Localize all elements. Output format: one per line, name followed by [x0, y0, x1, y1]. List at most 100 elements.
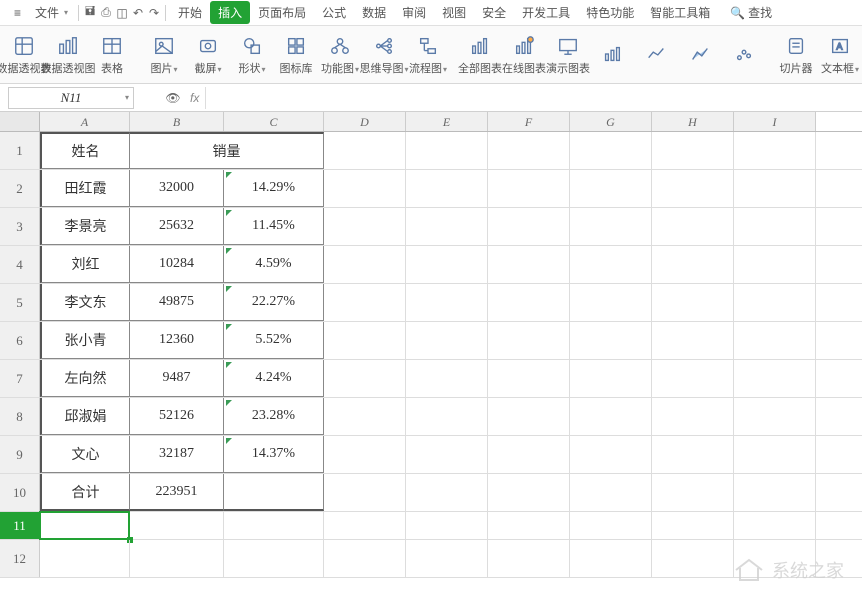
ribbon-数据透视图[interactable]: 数据透视图 [50, 34, 86, 76]
row-10[interactable]: 10 [0, 474, 40, 511]
tab-视图[interactable]: 视图 [434, 1, 474, 24]
save-icon[interactable]: 🖬 [83, 6, 97, 20]
ribbon-表格[interactable]: 表格 [94, 34, 130, 76]
lookup-icon[interactable]: 👁 [166, 91, 180, 105]
cell[interactable] [652, 170, 734, 207]
row-11[interactable]: 11 [0, 512, 40, 539]
cell[interactable] [488, 436, 570, 473]
cell[interactable] [324, 208, 406, 245]
tab-页面布局[interactable]: 页面布局 [250, 1, 314, 24]
tab-开始[interactable]: 开始 [170, 1, 210, 24]
cell[interactable] [488, 208, 570, 245]
cell-merged[interactable]: 销量 [130, 132, 324, 169]
ribbon-图片[interactable]: 图片▾ [146, 34, 182, 76]
ribbon-spark1[interactable] [594, 42, 630, 68]
cell[interactable]: 9487 [130, 360, 224, 397]
cell[interactable] [734, 246, 816, 283]
cell[interactable]: 22.27% [224, 284, 324, 321]
cell[interactable] [734, 512, 816, 539]
cell[interactable]: 田红霞 [40, 170, 130, 207]
cell[interactable] [570, 360, 652, 397]
cell[interactable]: 5.52% [224, 322, 324, 359]
cell[interactable] [488, 246, 570, 283]
cell[interactable] [734, 170, 816, 207]
redo-icon[interactable]: ↷ [147, 6, 161, 20]
cell[interactable] [570, 398, 652, 435]
row-9[interactable]: 9 [0, 436, 40, 473]
col-D[interactable]: D [324, 112, 406, 131]
ribbon-形状[interactable]: 形状▾ [234, 34, 270, 76]
cell[interactable] [488, 170, 570, 207]
cell[interactable] [652, 284, 734, 321]
cell[interactable] [652, 360, 734, 397]
cell[interactable]: 4.24% [224, 360, 324, 397]
cell[interactable]: 14.37% [224, 436, 324, 473]
cell[interactable] [652, 246, 734, 283]
col-F[interactable]: F [488, 112, 570, 131]
file-menu[interactable]: 文件▾ [29, 1, 74, 24]
cell[interactable]: 李景亮 [40, 208, 130, 245]
row-2[interactable]: 2 [0, 170, 40, 207]
cell[interactable] [406, 284, 488, 321]
print-icon[interactable]: ⎙ [99, 6, 113, 20]
row-5[interactable]: 5 [0, 284, 40, 321]
cell[interactable] [734, 398, 816, 435]
tab-特色功能[interactable]: 特色功能 [578, 1, 642, 24]
cell[interactable] [488, 284, 570, 321]
row-6[interactable]: 6 [0, 322, 40, 359]
ribbon-功能图[interactable]: 功能图▾ [322, 34, 358, 76]
ribbon-数据透视表[interactable]: 数据透视表 [6, 34, 42, 76]
cell[interactable] [488, 474, 570, 511]
cell[interactable]: 23.28% [224, 398, 324, 435]
ribbon-在线图表[interactable]: 在线图表 [506, 34, 542, 76]
cell[interactable] [406, 322, 488, 359]
cell[interactable]: 文心 [40, 436, 130, 473]
cell[interactable] [324, 512, 406, 539]
cell[interactable] [570, 512, 652, 539]
ribbon-spark3[interactable] [682, 42, 718, 68]
cell[interactable]: 张小青 [40, 322, 130, 359]
cell[interactable] [570, 322, 652, 359]
cell[interactable] [406, 436, 488, 473]
cell[interactable] [224, 540, 324, 577]
cell[interactable] [324, 436, 406, 473]
cell[interactable] [324, 284, 406, 321]
cell[interactable] [570, 132, 652, 169]
row-12[interactable]: 12 [0, 540, 40, 577]
tab-安全[interactable]: 安全 [474, 1, 514, 24]
cell[interactable]: 刘红 [40, 246, 130, 283]
col-G[interactable]: G [570, 112, 652, 131]
tab-智能工具箱[interactable]: 智能工具箱 [642, 1, 718, 24]
cell[interactable] [488, 512, 570, 539]
cell[interactable] [324, 246, 406, 283]
cell[interactable] [652, 398, 734, 435]
col-H[interactable]: H [652, 112, 734, 131]
cell[interactable]: 李文东 [40, 284, 130, 321]
tab-插入[interactable]: 插入 [210, 1, 250, 24]
cell[interactable]: 合计 [40, 474, 130, 511]
cell[interactable] [406, 132, 488, 169]
ribbon-切片器[interactable]: 切片器 [778, 34, 814, 76]
tab-公式[interactable]: 公式 [314, 1, 354, 24]
col-C[interactable]: C [224, 112, 324, 131]
cell[interactable] [734, 360, 816, 397]
cell[interactable] [734, 284, 816, 321]
cell[interactable] [488, 540, 570, 577]
ribbon-演示图表[interactable]: 演示图表 [550, 34, 586, 76]
tab-审阅[interactable]: 审阅 [394, 1, 434, 24]
cell[interactable] [40, 512, 130, 539]
cell[interactable]: 11.45% [224, 208, 324, 245]
tab-开发工具[interactable]: 开发工具 [514, 1, 578, 24]
col-E[interactable]: E [406, 112, 488, 131]
cell[interactable]: 49875 [130, 284, 224, 321]
ribbon-spark2[interactable] [638, 42, 674, 68]
cell[interactable]: 10284 [130, 246, 224, 283]
cell[interactable]: 邱淑娟 [40, 398, 130, 435]
row-1[interactable]: 1 [0, 132, 40, 169]
cell[interactable]: 14.29% [224, 170, 324, 207]
cell[interactable] [570, 246, 652, 283]
cell[interactable] [652, 540, 734, 577]
cell[interactable] [652, 474, 734, 511]
cell[interactable]: 52126 [130, 398, 224, 435]
cell[interactable]: 4.59% [224, 246, 324, 283]
